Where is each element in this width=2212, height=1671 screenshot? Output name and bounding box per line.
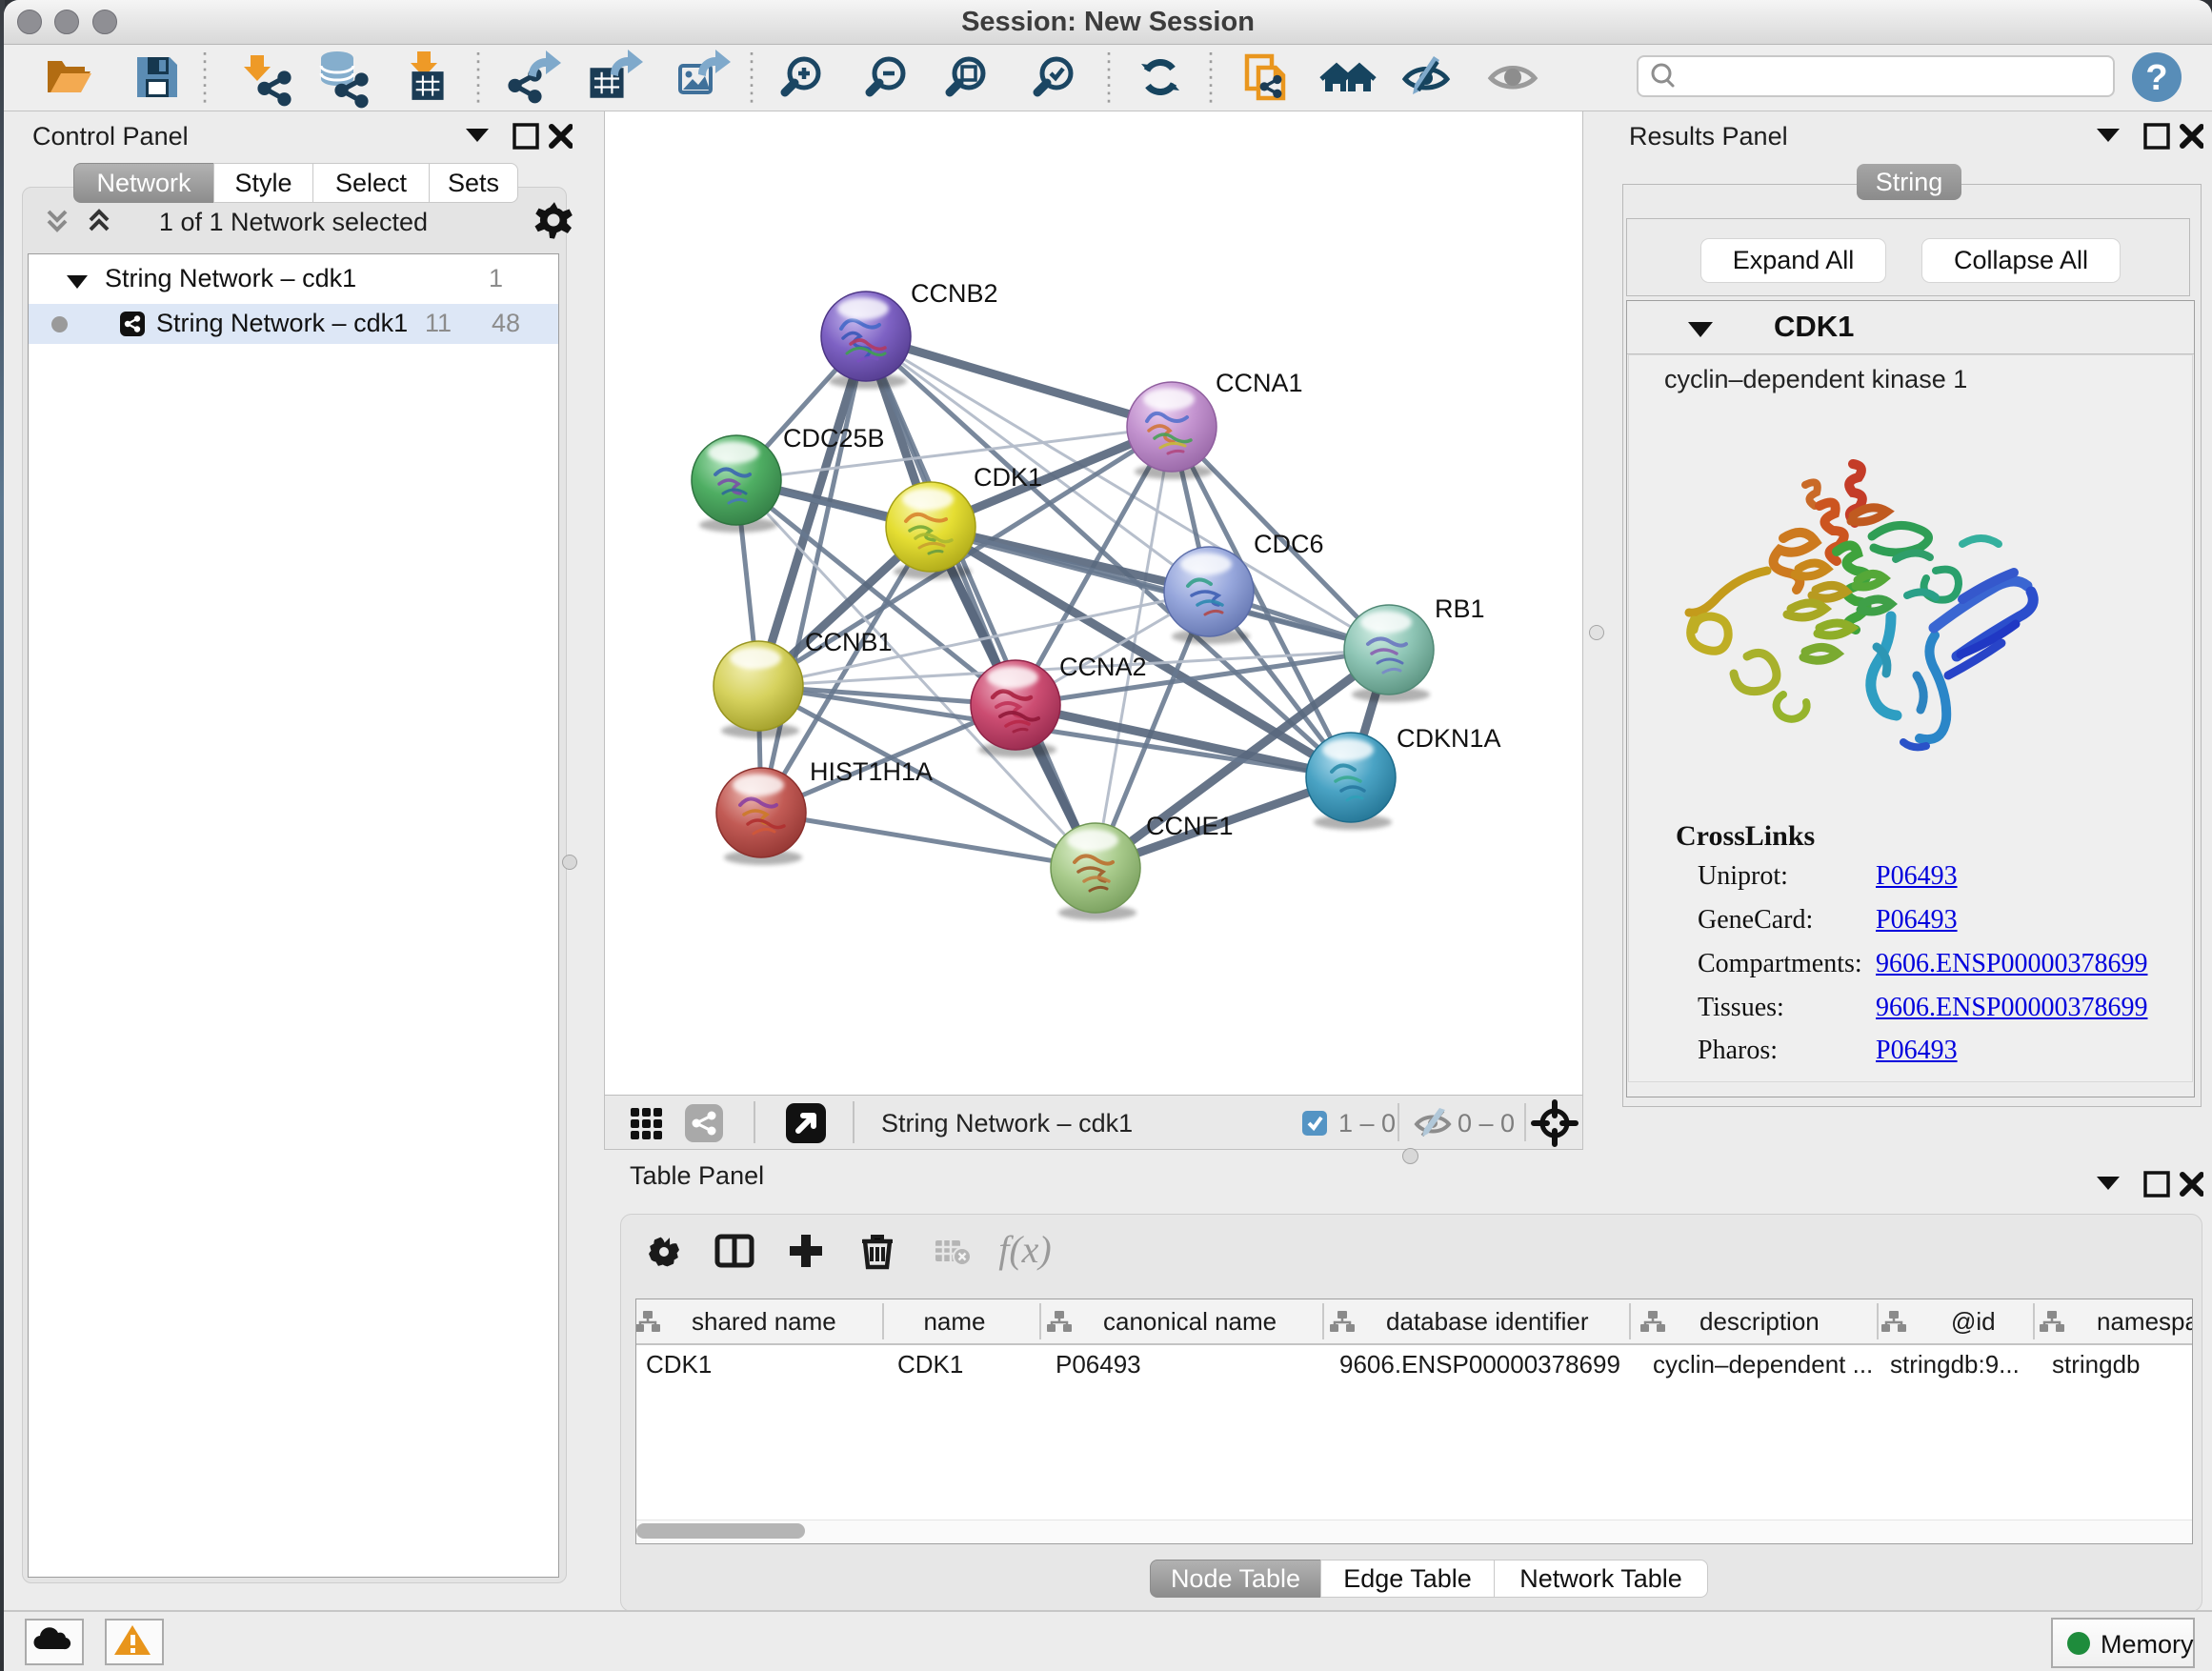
svg-text:CDKN1A: CDKN1A bbox=[1397, 724, 1501, 753]
svg-text:shared name: shared name bbox=[692, 1307, 836, 1336]
svg-text:HIST1H1A: HIST1H1A bbox=[810, 757, 933, 786]
svg-text:CDC6: CDC6 bbox=[1254, 530, 1324, 558]
svg-text:String Network – cdk1: String Network – cdk1 bbox=[881, 1109, 1133, 1137]
svg-text:name: name bbox=[923, 1307, 985, 1336]
svg-text:1 – 0: 1 – 0 bbox=[1338, 1109, 1396, 1137]
svg-text:CCNA2: CCNA2 bbox=[1059, 653, 1147, 681]
svg-text:@id: @id bbox=[1951, 1307, 1996, 1336]
svg-text:namespace: namespace bbox=[2097, 1307, 2192, 1336]
svg-text:CCNE1: CCNE1 bbox=[1146, 812, 1234, 840]
svg-text:canonical name: canonical name bbox=[1103, 1307, 1277, 1336]
svg-text:CCNA1: CCNA1 bbox=[1216, 369, 1303, 397]
svg-text:CDK1: CDK1 bbox=[974, 463, 1042, 492]
svg-text:CDC25B: CDC25B bbox=[783, 424, 885, 453]
svg-text:CCNB1: CCNB1 bbox=[805, 628, 893, 656]
svg-text:f(x): f(x) bbox=[998, 1228, 1052, 1271]
svg-text:database identifier: database identifier bbox=[1386, 1307, 1589, 1336]
svg-text:?: ? bbox=[2145, 58, 2167, 98]
svg-text:RB1: RB1 bbox=[1435, 594, 1485, 623]
svg-text:description: description bbox=[1699, 1307, 1820, 1336]
svg-text:0 – 0: 0 – 0 bbox=[1458, 1109, 1515, 1137]
svg-text:CCNB2: CCNB2 bbox=[911, 279, 998, 308]
